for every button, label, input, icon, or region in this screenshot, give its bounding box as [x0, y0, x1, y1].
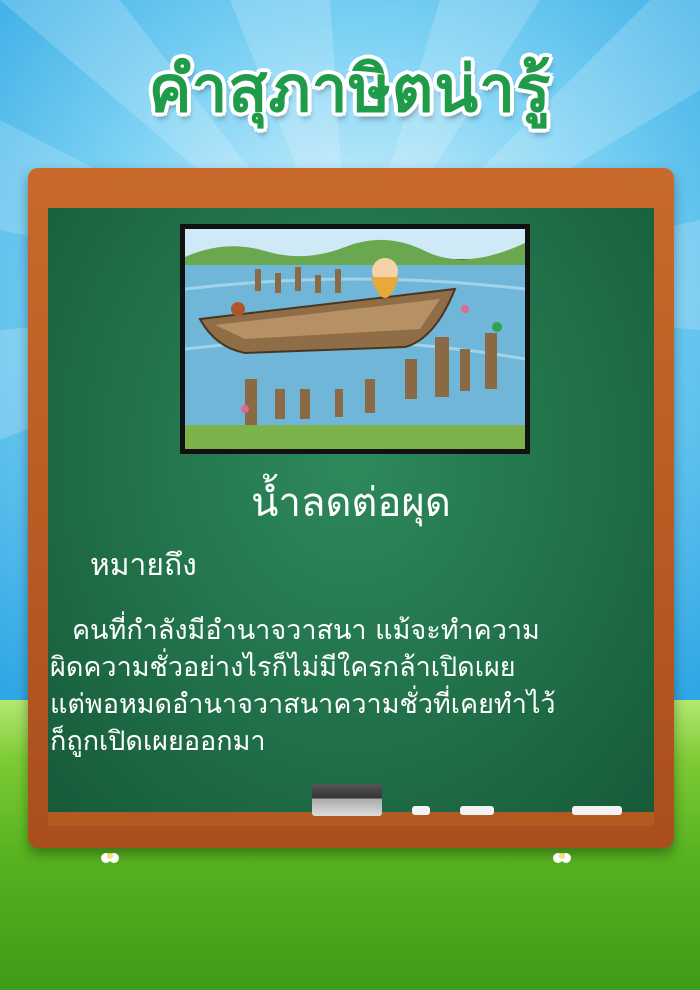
meaning-label: หมายถึง — [90, 548, 197, 583]
page-title: คำสุภาษิตน่ารู้ — [148, 53, 552, 127]
chalk-icon — [412, 806, 430, 815]
illustration-frame — [180, 224, 530, 454]
flower-icon — [553, 853, 571, 863]
boat-illustration — [185, 229, 525, 449]
eraser-icon — [312, 784, 382, 816]
chalk-icon — [572, 806, 622, 815]
chalk-icon — [460, 806, 494, 815]
meaning-line: คนที่กำลังมีอำนาจวาสนา แม้จะทำความ — [72, 615, 540, 646]
proverb-heading: น้ำลดต่อผุด — [251, 480, 451, 526]
meaning-text: คนที่กำลังมีอำนาจวาสนา แม้จะทำความ ผิดคว… — [50, 612, 660, 760]
meaning-line: แต่พอหมดอำนาจวาสนาความชั่วที่เคยทำไว้ — [50, 689, 556, 720]
meaning-line: ก็ถูกเปิดเผยออกมา — [50, 726, 266, 757]
meaning-line: ผิดความชั่วอย่างไรก็ไม่มีใครกล้าเปิดเผย — [50, 652, 516, 683]
flower-icon — [101, 853, 119, 863]
